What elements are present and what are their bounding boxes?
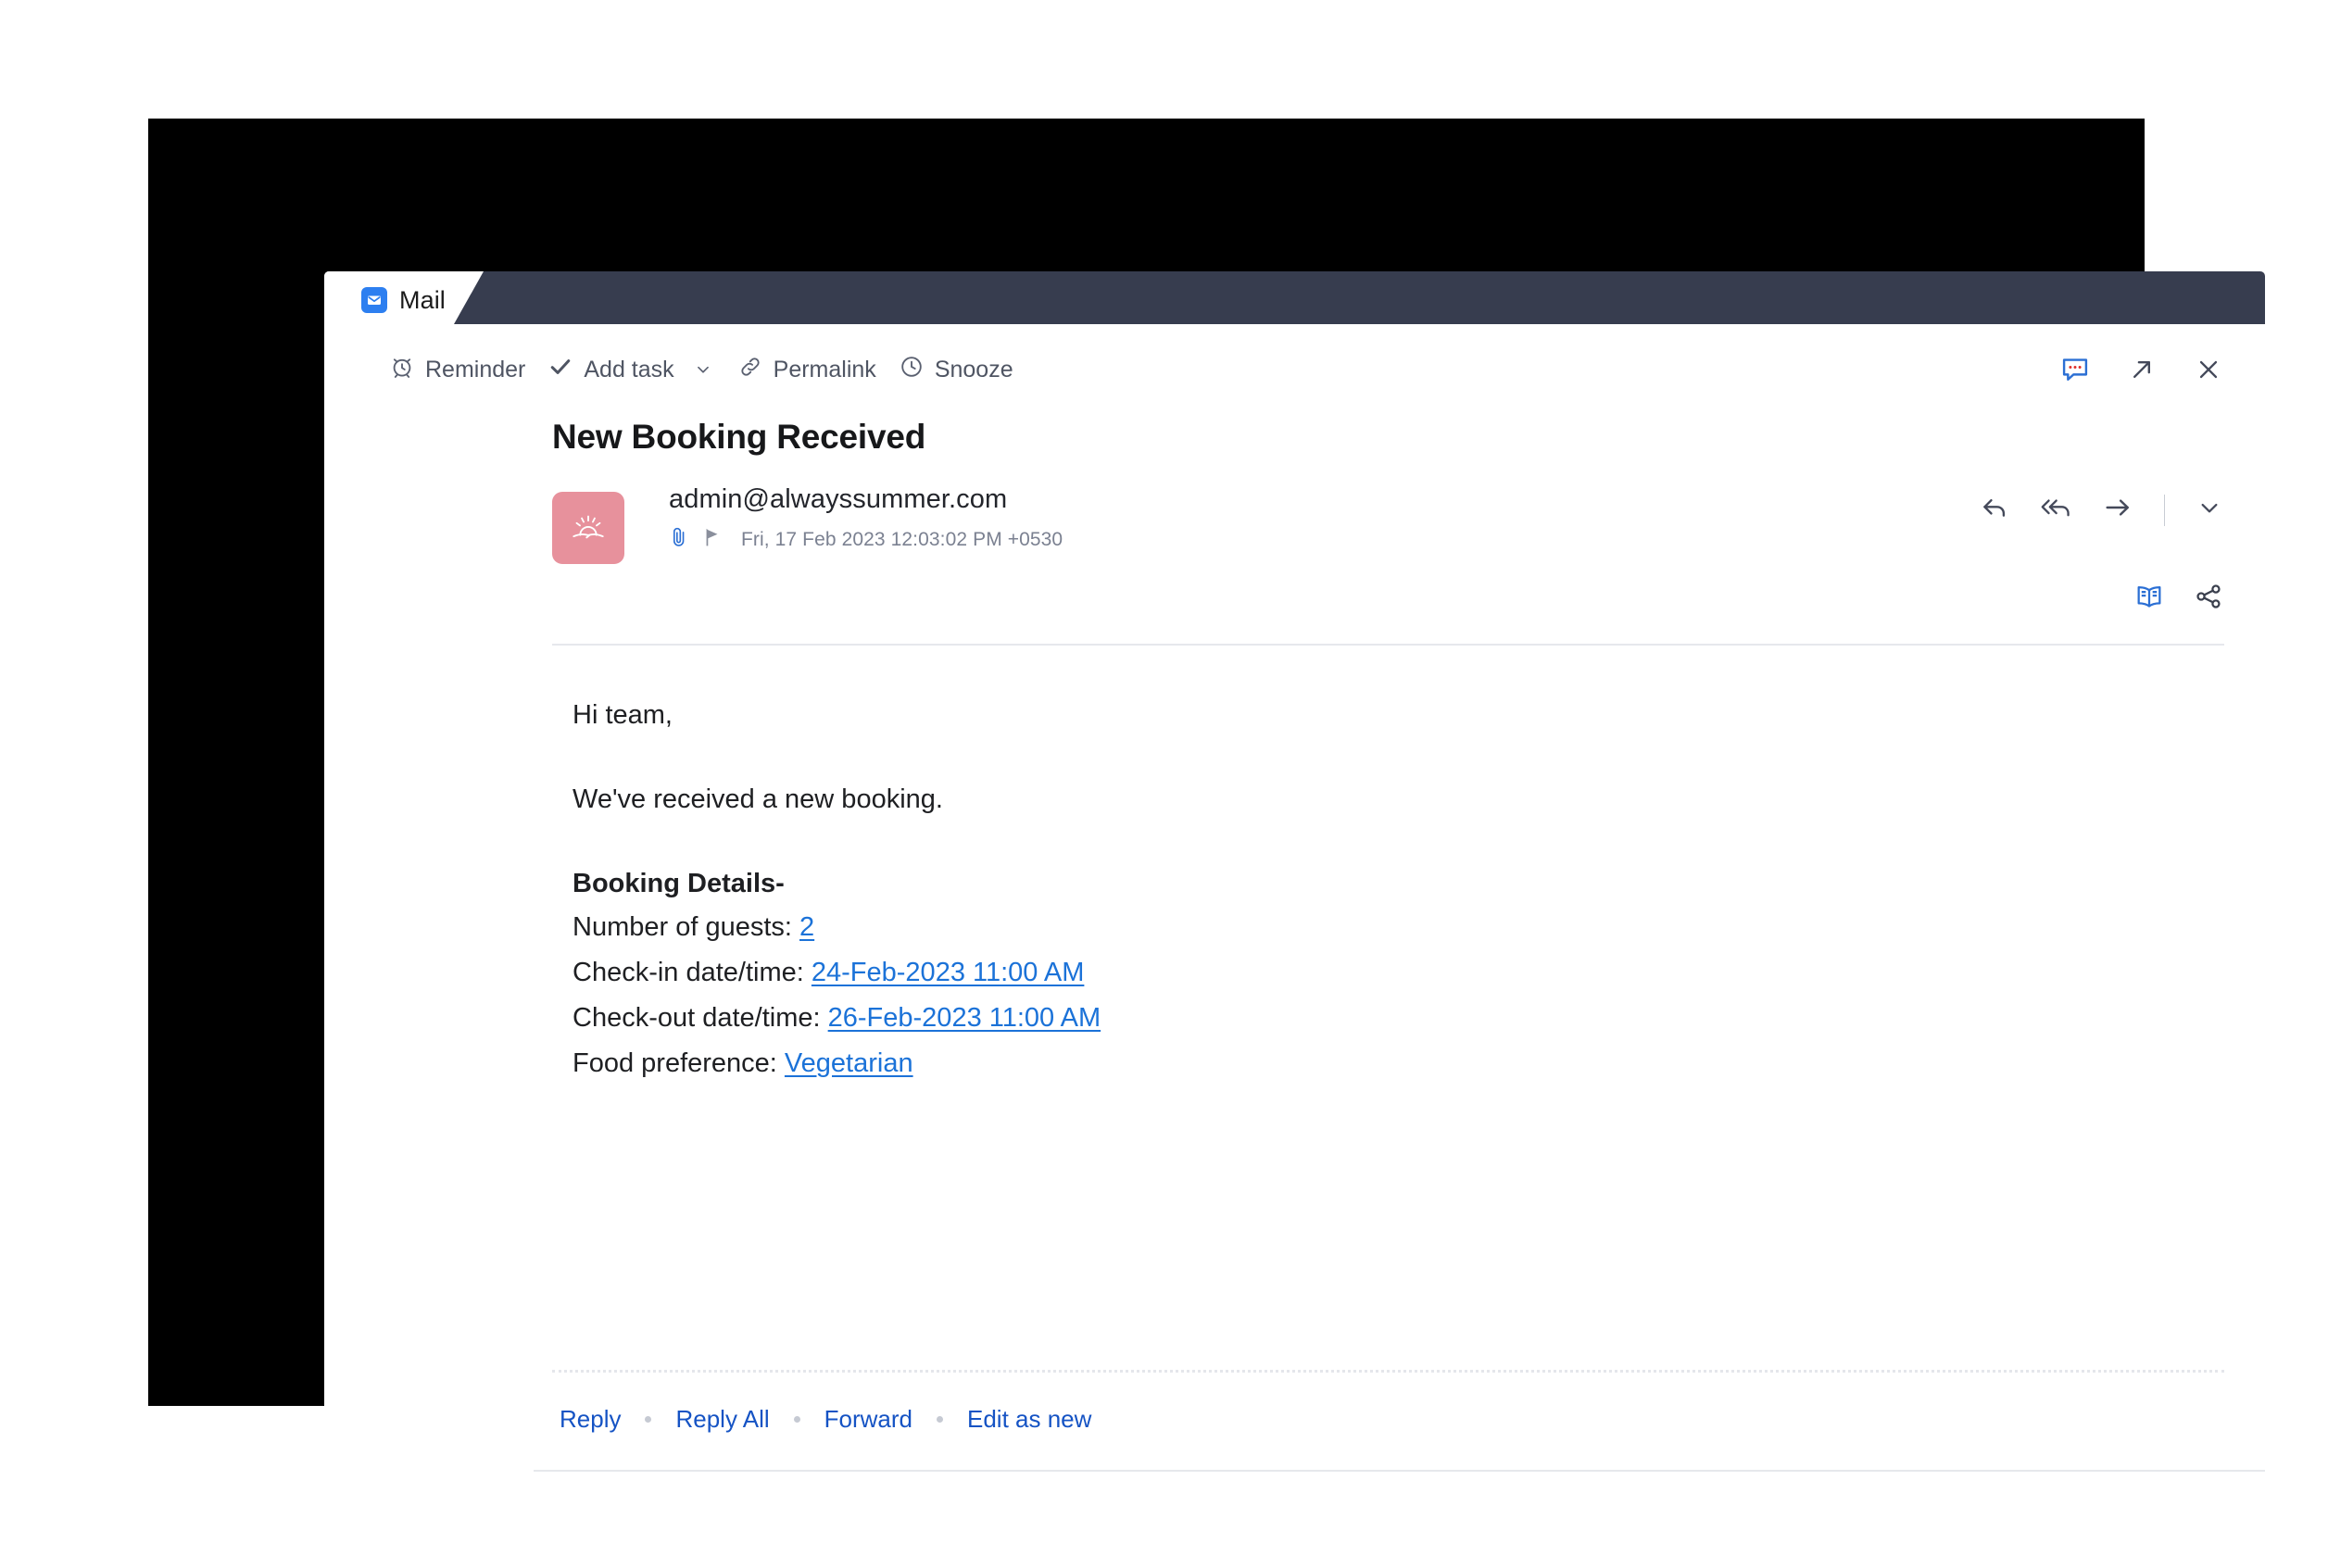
detail-guests: Number of guests: 2 [573,911,2209,943]
message-action-links: Reply Reply All Forward Edit as new [552,1405,1115,1434]
sender-info: admin@alwayssummer.com Fri, 17 [669,484,1063,554]
close-icon[interactable] [2193,354,2224,385]
detail-checkin-value[interactable]: 24-Feb-2023 11:00 AM [812,958,1085,987]
forward-icon[interactable] [2101,492,2134,528]
reply-link[interactable]: Reply [552,1405,645,1434]
reading-mode-icon[interactable] [2133,581,2165,617]
detail-checkout: Check-out date/time: 26-Feb-2023 11:00 A… [573,1002,2209,1034]
reply-all-link[interactable]: Reply All [651,1405,793,1434]
body-greeting: Hi team, [573,699,2209,731]
header-divider [552,644,2224,646]
snooze-button[interactable]: Snooze [887,348,1025,392]
link-separator [937,1416,943,1423]
link-separator [794,1416,800,1423]
reply-all-icon[interactable] [2038,492,2073,528]
link-icon [737,354,763,386]
permalink-label: Permalink [774,357,876,383]
tab-mail[interactable]: Mail [345,271,462,329]
secondary-actions [2133,581,2224,617]
check-icon [547,354,573,386]
toolbar-left-group: Reminder Add task [378,348,1025,392]
message-date: Fri, 17 Feb 2023 12:03:02 PM +0530 [741,529,1063,551]
expand-arrow-icon[interactable] [2126,354,2158,385]
share-icon[interactable] [2193,581,2224,617]
detail-checkin: Check-in date/time: 24-Feb-2023 11:00 AM [573,957,2209,988]
footer-divider [534,1470,2265,1472]
permalink-button[interactable]: Permalink [726,348,887,392]
icon-divider [2164,495,2165,526]
reply-actions [1979,492,2224,528]
detail-checkin-label: Check-in date/time: [573,958,804,987]
header-bar [324,271,2265,324]
detail-checkout-value[interactable]: 26-Feb-2023 11:00 AM [828,1003,1101,1033]
sunrise-icon [564,504,612,552]
sender-email[interactable]: admin@alwayssummer.com [669,484,1063,515]
add-task-caret[interactable] [686,354,726,385]
detail-food: Food preference: Vegetarian [573,1047,2209,1079]
edit-as-new-link[interactable]: Edit as new [943,1405,1115,1434]
reminder-label: Reminder [425,357,525,383]
attachment-icon[interactable] [669,525,689,554]
window-frame: Mail Remin [148,119,2145,1406]
toolbar-right-group [2059,329,2224,410]
link-separator [645,1416,651,1423]
clock-icon [899,354,925,386]
detail-checkout-label: Check-out date/time: [573,1003,821,1033]
message-pane: Reminder Add task [324,329,2265,1499]
add-task-label: Add task [584,357,673,383]
detail-food-value[interactable]: Vegetarian [785,1048,913,1078]
email-body: Hi team, We've received a new booking. B… [573,699,2209,1080]
action-toolbar: Reminder Add task [324,329,2265,410]
alarm-clock-icon [389,354,415,386]
mail-window: Mail Remin [324,271,2265,1499]
add-task-button[interactable]: Add task [536,348,685,392]
reminder-button[interactable]: Reminder [378,348,536,392]
reply-icon[interactable] [1979,492,2010,528]
flag-icon[interactable] [701,525,722,554]
chevron-down-icon[interactable] [2195,493,2224,527]
message-meta: Fri, 17 Feb 2023 12:03:02 PM +0530 [669,525,1063,554]
detail-food-label: Food preference: [573,1048,777,1078]
tab-mail-label: Mail [399,286,446,315]
snooze-label: Snooze [935,357,1013,383]
chat-bubble-icon[interactable] [2059,354,2091,385]
detail-guests-value[interactable]: 2 [799,912,814,942]
body-divider [552,1370,2224,1373]
detail-guests-label: Number of guests: [573,912,792,942]
forward-link[interactable]: Forward [800,1405,937,1434]
booking-details-title: Booking Details- [573,868,2209,899]
chevron-down-icon [693,359,713,380]
tab-strip: Mail [324,271,2265,329]
mail-envelope-icon [361,287,387,313]
avatar [552,492,624,564]
page-title: New Booking Received [552,418,925,457]
body-intro: We've received a new booking. [573,784,2209,815]
sender-row: admin@alwayssummer.com Fri, 17 [552,484,2224,586]
